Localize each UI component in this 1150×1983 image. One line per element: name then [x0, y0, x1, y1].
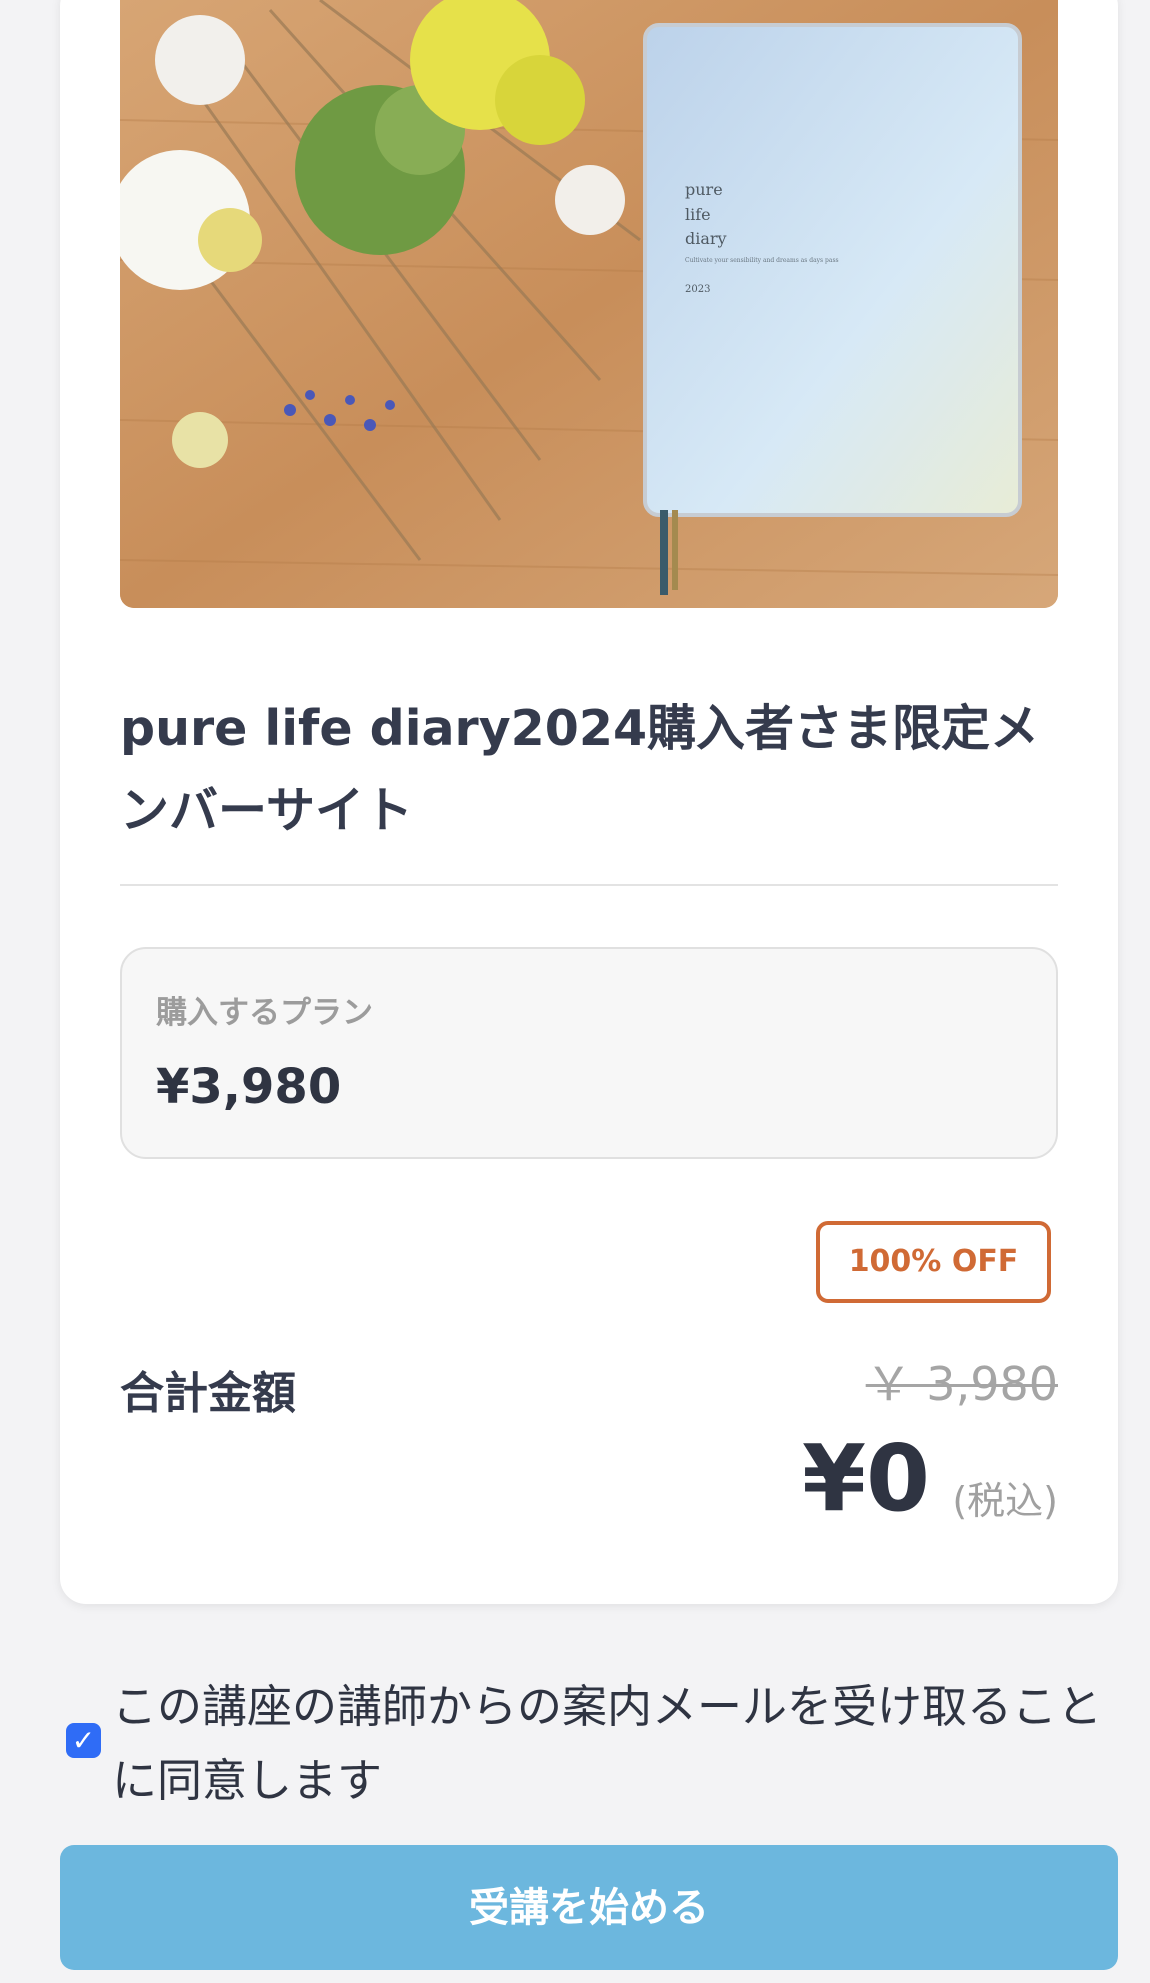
book-title-line: diary — [685, 229, 727, 248]
course-hero-image: pure life diary Cultivate your sensibili… — [120, 0, 1058, 608]
consent-checkbox[interactable]: ✓ — [66, 1723, 101, 1758]
book-title-line: life — [685, 205, 711, 224]
plan-box: 購入するプラン ¥3,980 — [120, 947, 1058, 1159]
original-price: ￥ 3,980 — [865, 1357, 1058, 1411]
consent-label[interactable]: この講座の講師からの案内メールを受け取ることに同意します — [112, 1670, 1122, 1818]
tax-note: (税込) — [952, 1479, 1058, 1523]
plan-label: 購入するプラン — [156, 995, 373, 1031]
book-year: 2023 — [685, 284, 710, 295]
discount-badge: 100% OFF — [816, 1221, 1051, 1303]
plan-price: ¥3,980 — [156, 1059, 342, 1115]
checkmark-icon: ✓ — [71, 1724, 96, 1757]
divider — [120, 884, 1058, 886]
book-subtitle: Cultivate your sensibility and dreams as… — [685, 257, 839, 264]
book-title-line: pure — [685, 180, 723, 199]
course-title: pure life diary2024購入者さま限定メンバーサイト — [120, 700, 1040, 839]
final-price: ¥0 — [801, 1425, 930, 1532]
start-course-button[interactable]: 受講を始める — [60, 1845, 1118, 1970]
total-label: 合計金額 — [120, 1368, 296, 1419]
